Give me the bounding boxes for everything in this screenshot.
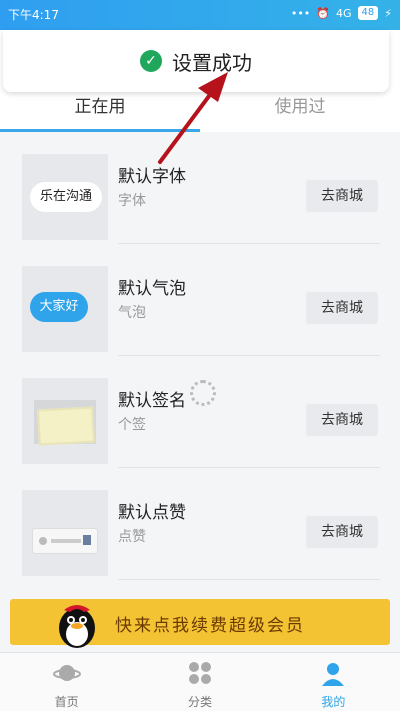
dots-icon: •••: [290, 6, 311, 20]
signature-paper-icon: [37, 406, 95, 446]
check-icon: ✓: [140, 50, 162, 72]
like-text-line: [51, 539, 81, 543]
thumb-font-sample: 乐在沟通: [30, 182, 102, 212]
thumbs-up-icon: [83, 535, 91, 545]
nav-label: 我的: [321, 695, 346, 709]
like-avatar-dot: [39, 537, 47, 545]
alarm-icon: ⏰: [316, 6, 330, 20]
bubble-thumbnail: 大家好: [22, 266, 108, 352]
list-item[interactable]: 默认签名 个签 去商城: [0, 356, 400, 468]
nav-category[interactable]: 分类: [133, 653, 266, 711]
item-title: 默认气泡: [118, 279, 186, 299]
planet-icon: [52, 665, 81, 681]
item-subtitle: 气泡: [118, 305, 146, 321]
nav-home[interactable]: 首页: [0, 653, 133, 711]
go-shop-button[interactable]: 去商城: [306, 292, 378, 324]
list-item[interactable]: 默认点赞 点赞 去商城: [0, 468, 400, 580]
user-icon: [322, 663, 345, 686]
nav-label: 分类: [187, 695, 212, 709]
item-subtitle: 个签: [118, 417, 146, 433]
signal-label: 4G: [336, 6, 352, 20]
list-item[interactable]: 大家好 默认气泡 气泡 去商城: [0, 244, 400, 356]
nav-label: 首页: [54, 695, 79, 709]
tab-used[interactable]: 使用过: [200, 92, 400, 132]
like-thumbnail: [22, 490, 108, 576]
item-title: 默认字体: [118, 167, 186, 187]
status-time: 下午4:17: [8, 8, 59, 22]
bottom-navigation: 首页 分类 我的: [0, 652, 400, 711]
item-subtitle: 点赞: [118, 529, 146, 545]
like-card-icon: [32, 528, 98, 554]
thumb-bubble-sample: 大家好: [30, 292, 88, 322]
status-bar: 下午4:17 ••• ⏰ 4G 48 ⚡: [0, 0, 400, 30]
toast-text: 设置成功: [172, 50, 252, 75]
nav-mine[interactable]: 我的: [267, 653, 400, 711]
go-shop-button[interactable]: 去商城: [306, 404, 378, 436]
tab-bar: 正在用 使用过: [0, 92, 400, 132]
grid-icon: [188, 662, 211, 684]
list-item[interactable]: 乐在沟通 默认字体 字体 去商城: [0, 132, 400, 244]
loading-spinner-icon: [190, 380, 216, 406]
item-subtitle: 字体: [118, 193, 146, 209]
go-shop-button[interactable]: 去商城: [306, 516, 378, 548]
penguin-mascot-icon: [59, 605, 95, 648]
signature-thumbnail: [22, 378, 108, 464]
success-toast: ✓ 设置成功: [3, 30, 389, 92]
personalization-list: 乐在沟通 默认字体 字体 去商城 大家好 默认气泡 气泡 去商城 默认签名 个签…: [0, 132, 400, 588]
item-title: 默认签名: [118, 391, 186, 411]
charging-icon: ⚡: [384, 6, 392, 20]
item-title: 默认点赞: [118, 503, 186, 523]
tab-in-use[interactable]: 正在用: [0, 92, 200, 132]
battery-icon: 48: [357, 6, 379, 20]
font-thumbnail: 乐在沟通: [22, 154, 108, 240]
status-icons: ••• ⏰ 4G 48 ⚡: [291, 6, 392, 20]
go-shop-button[interactable]: 去商城: [306, 180, 378, 212]
